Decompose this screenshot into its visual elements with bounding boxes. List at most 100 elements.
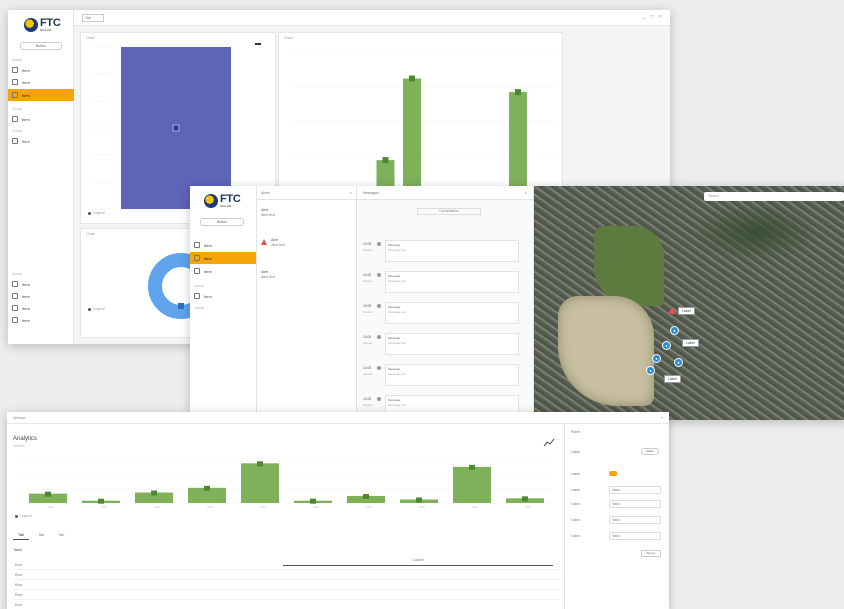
settings-panel: Panel Label Value Label Label Value Labe… [564, 424, 669, 609]
nav-item[interactable]: Item [8, 278, 74, 290]
close-icon[interactable]: × [525, 190, 527, 195]
toggle-switch[interactable] [609, 471, 617, 476]
message-bubble: Message Message text [385, 271, 519, 293]
panel-label: Label [571, 488, 580, 492]
nav-item[interactable]: Item [8, 64, 74, 76]
tab[interactable]: Tab [82, 14, 104, 22]
warning-icon [261, 239, 267, 245]
nav-icon [12, 281, 18, 287]
nav-group-label: Group [194, 306, 204, 310]
alert-item[interactable]: Alert Alert text [261, 208, 353, 218]
message-bubble: Message Message text [385, 240, 519, 262]
map-pin-icon[interactable]: ● [674, 358, 683, 367]
message-item[interactable]: 10:00 Sender Message Message text [363, 271, 523, 297]
nav-icon [12, 67, 18, 73]
message-time: 10:00 [363, 273, 372, 277]
message-item[interactable]: 10:00 Sender Message Message text [363, 240, 523, 266]
avatar-icon [377, 304, 381, 308]
nav-item[interactable]: Item [8, 302, 74, 314]
logo-text: FTC SOLAR [220, 193, 241, 208]
nav-item-active[interactable]: Item [8, 89, 74, 101]
nav-icon [12, 116, 18, 122]
bar-marker [522, 496, 528, 502]
conversation-selector[interactable]: Conversation [417, 208, 481, 215]
map-field [594, 226, 664, 306]
apply-button[interactable]: Button [641, 550, 661, 557]
table-row[interactable]: Row [13, 570, 561, 580]
map-label[interactable]: Label [678, 307, 695, 315]
satellite-map[interactable]: Search Label ● ● Label ● ● ● Label [534, 186, 844, 420]
logo-mark-icon [24, 18, 38, 32]
table-row[interactable]: Row [13, 590, 561, 600]
bar-marker [98, 498, 104, 504]
nav-item-active[interactable]: Item [190, 252, 256, 264]
messages-header: Messages × [357, 186, 533, 200]
map-pin-icon[interactable]: ● [652, 354, 661, 363]
message-time: 10:00 [363, 366, 372, 370]
nav-item[interactable]: Item [8, 314, 74, 326]
page-subtitle: Subtitle [13, 444, 25, 448]
message-item[interactable]: 10:00 Sender Message Message text [363, 302, 523, 328]
nav-icon [12, 293, 18, 299]
bar-marker [204, 485, 210, 491]
message-item[interactable]: 10:00 Sender Message Message text [363, 333, 523, 359]
close-icon[interactable]: × [350, 190, 352, 195]
nav-icon [12, 138, 18, 144]
window-controls[interactable]: _ □ × [643, 14, 665, 20]
trend-icon[interactable] [543, 438, 555, 448]
map-search-input[interactable]: Search [704, 192, 844, 201]
tab[interactable]: Tab [53, 531, 69, 540]
message-bubble: Message Message text [385, 333, 519, 355]
nav-group-label: Group [12, 58, 22, 62]
alert-item[interactable]: Alert Alert text [271, 238, 353, 248]
map-label[interactable]: Label [682, 339, 699, 347]
panel-select[interactable]: Value [609, 486, 661, 494]
chart-bar [241, 463, 279, 503]
panel-select[interactable]: Value [609, 516, 661, 524]
table-row[interactable]: Row [13, 580, 561, 590]
tab[interactable]: Tab [33, 531, 49, 540]
nav-group-label: Group [12, 272, 22, 276]
panel-label: Label [571, 534, 580, 538]
panel-select[interactable]: Value [609, 500, 661, 508]
close-icon[interactable]: × [661, 415, 663, 420]
nav-item[interactable]: Item [8, 135, 74, 147]
panel-select[interactable]: Value [609, 532, 661, 540]
nav-item[interactable]: Item [8, 290, 74, 302]
nav-group-label: Group [12, 129, 22, 133]
map-warning-icon[interactable] [668, 307, 676, 314]
nav-item[interactable]: Item [8, 76, 74, 88]
nav-icon [194, 242, 200, 248]
page-title: Analytics [13, 436, 38, 442]
sidebar-button[interactable]: Button [200, 218, 244, 226]
bar-marker [45, 491, 51, 497]
map-pin-icon[interactable]: ● [646, 366, 655, 375]
nav-item[interactable]: Item [190, 265, 256, 277]
panel-value[interactable]: Value [641, 448, 659, 455]
map-park [558, 296, 654, 406]
nav-item[interactable]: Item [190, 239, 256, 251]
sidebar-button[interactable]: Button [20, 42, 62, 50]
messages-pane: Messages × Conversation 10:00 Sender Messa… [357, 186, 534, 420]
bar-marker [409, 75, 415, 82]
logo-text: FTC SOLAR [40, 17, 61, 32]
alert-item[interactable]: Alert Alert text [261, 270, 353, 280]
message-sender: Sender [363, 372, 373, 376]
table-row[interactable]: Row [13, 600, 561, 609]
map-pin-icon[interactable]: ● [662, 341, 671, 350]
nav-icon [194, 293, 200, 299]
message-item[interactable]: 10:00 Sender Message Message text [363, 364, 523, 390]
map-label[interactable]: Label [664, 375, 681, 383]
table-row[interactable]: Row [13, 560, 561, 570]
nav-icon [12, 92, 18, 98]
nav-icon [12, 79, 18, 85]
map-pin-icon[interactable]: ● [670, 326, 679, 335]
bar-marker [382, 157, 389, 164]
alerts-list: Alerts × Alert Alert text Alert Alert text… [257, 186, 357, 420]
nav-item[interactable]: Item [190, 290, 256, 302]
tab[interactable]: Tab [13, 531, 30, 540]
nav-item[interactable]: Item [8, 113, 74, 125]
message-time: 10:00 [363, 304, 372, 308]
analytics-window: Window × Analytics Subtitle Legend Tab T… [7, 412, 669, 609]
chart-legend: Legend [15, 514, 32, 518]
